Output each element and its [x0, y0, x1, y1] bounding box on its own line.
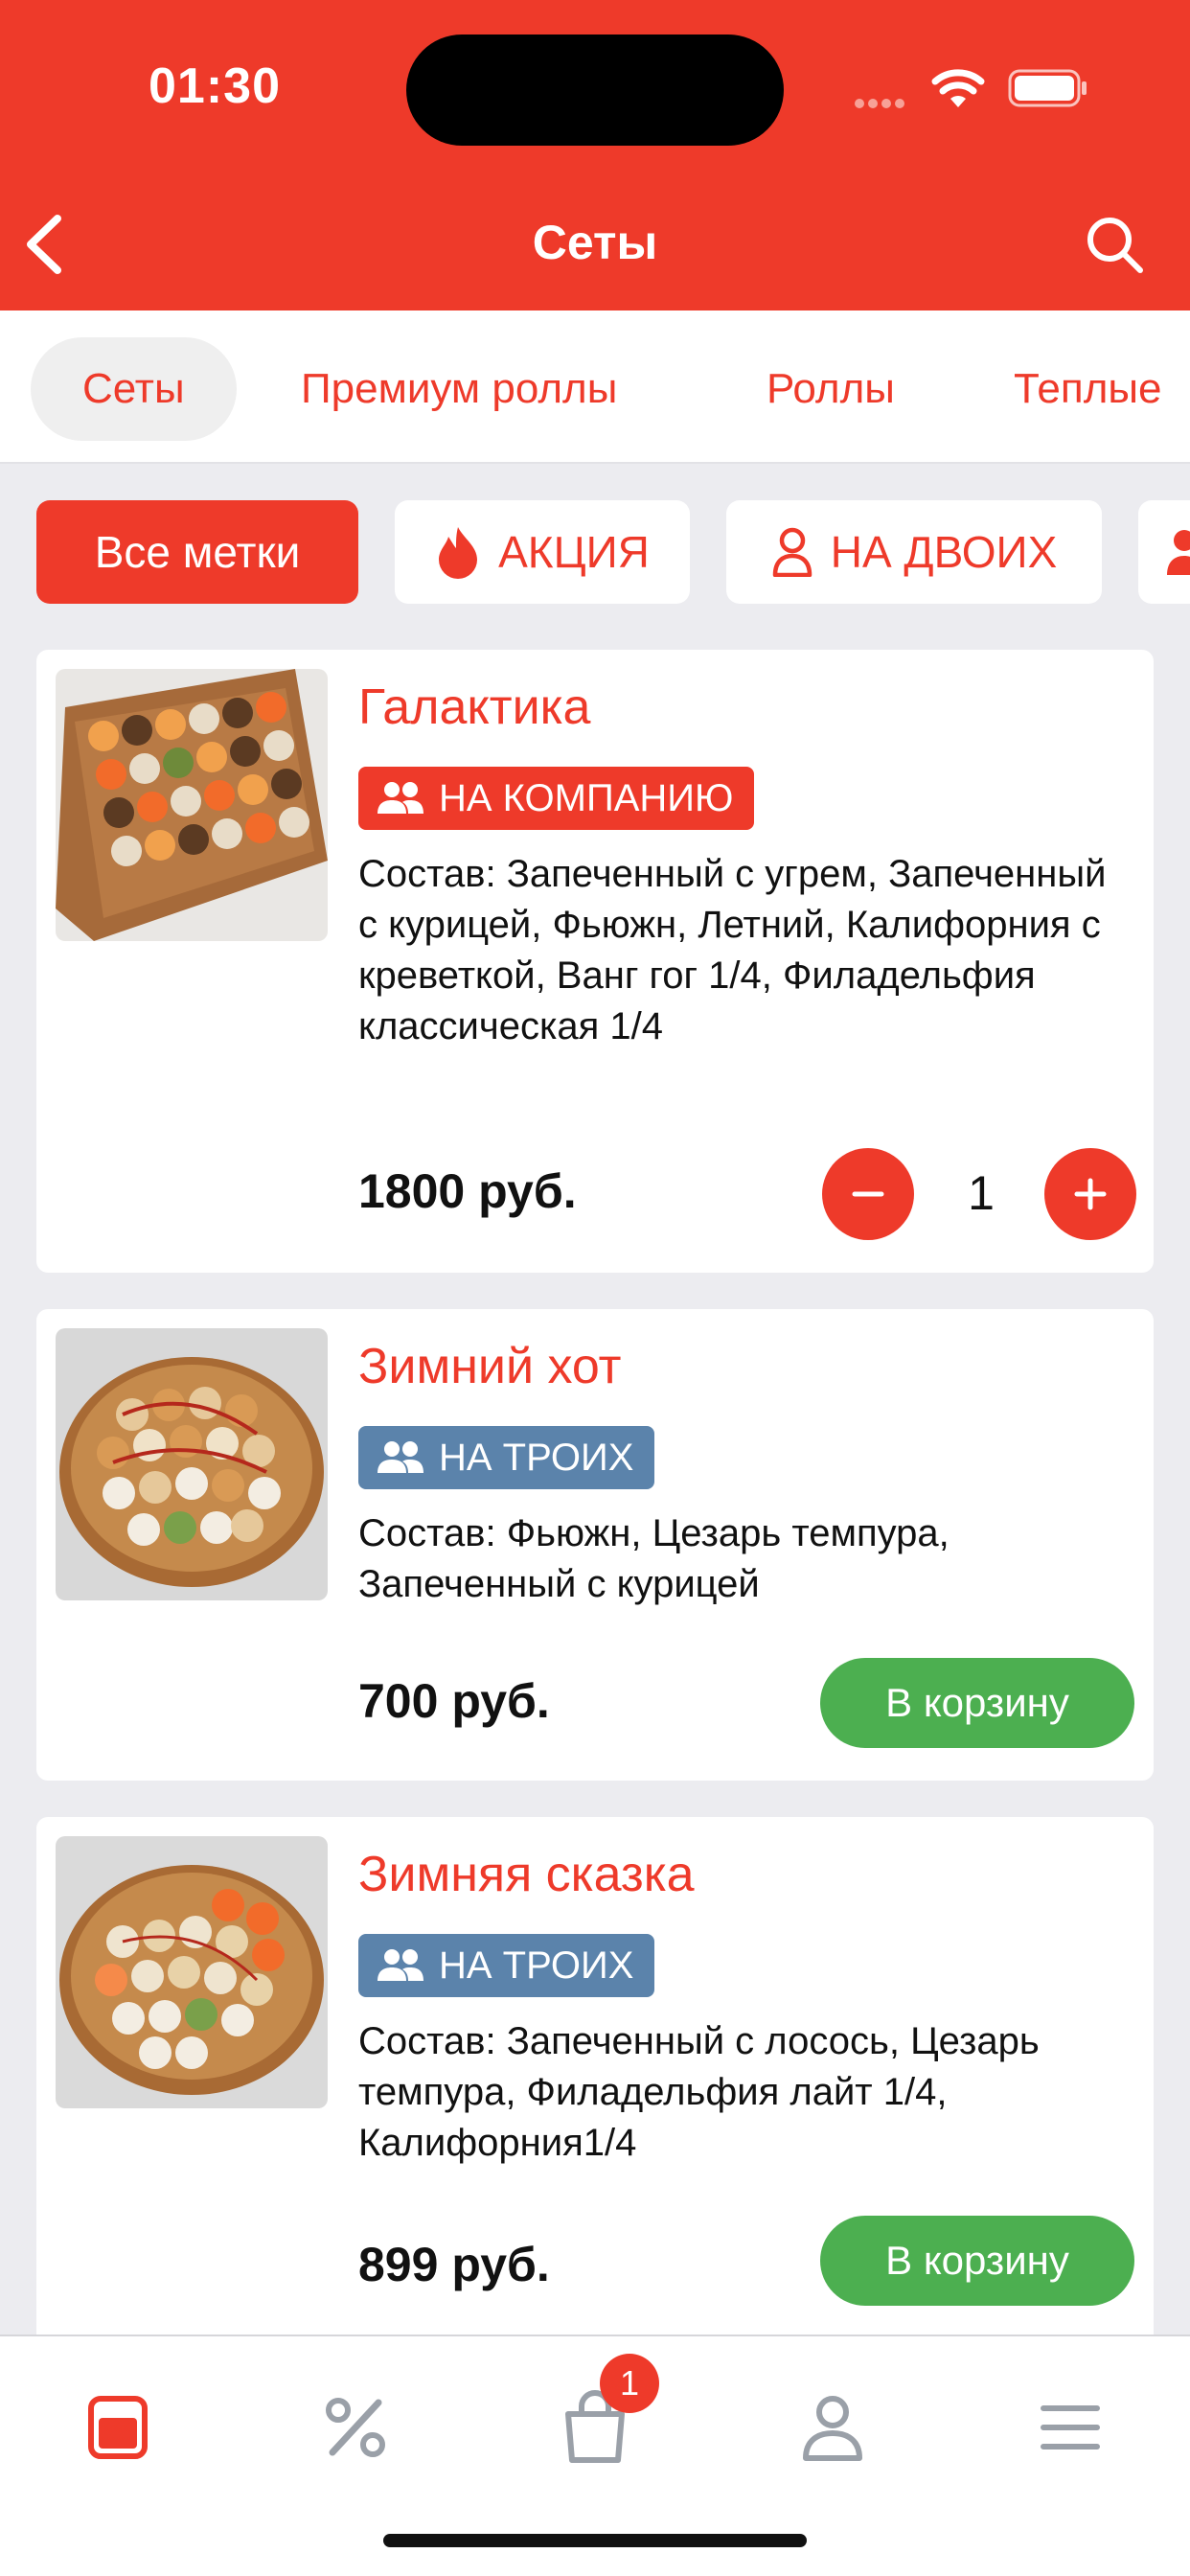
badge-label: НА ТРОИХ [439, 1436, 634, 1479]
minus-icon [852, 1191, 884, 1197]
group-icon [378, 1441, 423, 1473]
signal-icon [855, 96, 914, 108]
tab-sets[interactable]: Сеты [31, 337, 237, 441]
discount-icon [326, 2398, 385, 2457]
page-title: Сеты [532, 216, 658, 269]
app-header: 01:30 Сеты [0, 0, 1190, 310]
badge-label: НА ТРОИХ [439, 1944, 634, 1987]
battery-icon [1008, 69, 1087, 107]
product-card[interactable]: Зимняя сказка НА ТРОИХ Состав: Запеченны… [36, 1817, 1154, 2354]
product-description: Состав: Запеченный с угрем, Запеченный с… [358, 853, 1107, 1047]
filter-label: АКЦИЯ [498, 527, 650, 577]
person-icon [772, 527, 812, 577]
decrease-quantity-button[interactable] [822, 1148, 914, 1240]
product-title[interactable]: Галактика [358, 678, 590, 736]
filter-all-tags[interactable]: Все метки [36, 500, 358, 604]
tab-rolls[interactable]: Роллы [715, 337, 947, 441]
product-price: 700 руб. [358, 1674, 550, 1728]
nav-discounts[interactable] [312, 2384, 399, 2471]
dynamic-island [406, 34, 784, 146]
product-description: Состав: Запеченный с лосось, Цезарь темп… [358, 2020, 1040, 2164]
product-title[interactable]: Зимний хот [358, 1338, 621, 1395]
product-image[interactable] [56, 1328, 328, 1600]
filter-more[interactable] [1138, 500, 1190, 604]
product-card[interactable]: Зимний хот НА ТРОИХ Состав: Фьюжн, Цезар… [36, 1309, 1154, 1781]
person-icon [1167, 530, 1190, 575]
group-icon [378, 782, 423, 814]
status-time: 01:30 [149, 58, 281, 114]
cart-count-badge: 1 [600, 2354, 659, 2413]
profile-icon [803, 2396, 862, 2461]
more-icon [1041, 2405, 1100, 2450]
tab-premium-rolls[interactable]: Премиум роллы [249, 337, 669, 441]
fire-icon [439, 527, 478, 579]
product-badge: НА ТРОИХ [358, 1934, 655, 1997]
product-title[interactable]: Зимняя сказка [358, 1846, 695, 1903]
product-price: 1800 руб. [358, 1164, 577, 1218]
filter-label: НА ДВОИХ [830, 527, 1058, 577]
product-image[interactable] [56, 669, 328, 941]
tab-warm[interactable]: Теплые [962, 337, 1190, 441]
filter-for-two[interactable]: НА ДВОИХ [726, 500, 1102, 604]
wifi-icon [931, 69, 985, 107]
nav-menu[interactable] [75, 2384, 161, 2471]
product-badge: НА ТРОИХ [358, 1426, 655, 1489]
product-price: 899 руб. [358, 2238, 550, 2291]
product-description: Состав: Фьюжн, Цезарь темпура, Запеченны… [358, 1512, 950, 1605]
product-image[interactable] [56, 1836, 328, 2108]
search-icon[interactable] [1083, 213, 1146, 276]
add-to-cart-button[interactable]: В корзину [820, 2216, 1134, 2306]
nav-more[interactable] [1027, 2384, 1113, 2471]
tag-filters: Все метки АКЦИЯ НА ДВОИХ [0, 500, 1190, 606]
plus-icon [1074, 1178, 1107, 1210]
filter-label: Все метки [94, 527, 301, 577]
home-indicator [383, 2534, 807, 2547]
increase-quantity-button[interactable] [1044, 1148, 1136, 1240]
group-icon [378, 1949, 423, 1981]
product-card[interactable]: Галактика НА КОМПАНИЮ Состав: Запеченный… [36, 650, 1154, 1273]
badge-label: НА КОМПАНИЮ [439, 776, 734, 819]
add-to-cart-button[interactable]: В корзину [820, 1658, 1134, 1748]
filter-promo[interactable]: АКЦИЯ [395, 500, 690, 604]
category-tabs: Сеты Премиум роллы Роллы Теплые [0, 310, 1190, 464]
quantity-value: 1 [968, 1166, 995, 1220]
product-badge: НА КОМПАНИЮ [358, 767, 755, 830]
menu-icon [88, 2396, 148, 2459]
nav-profile[interactable] [790, 2384, 876, 2471]
